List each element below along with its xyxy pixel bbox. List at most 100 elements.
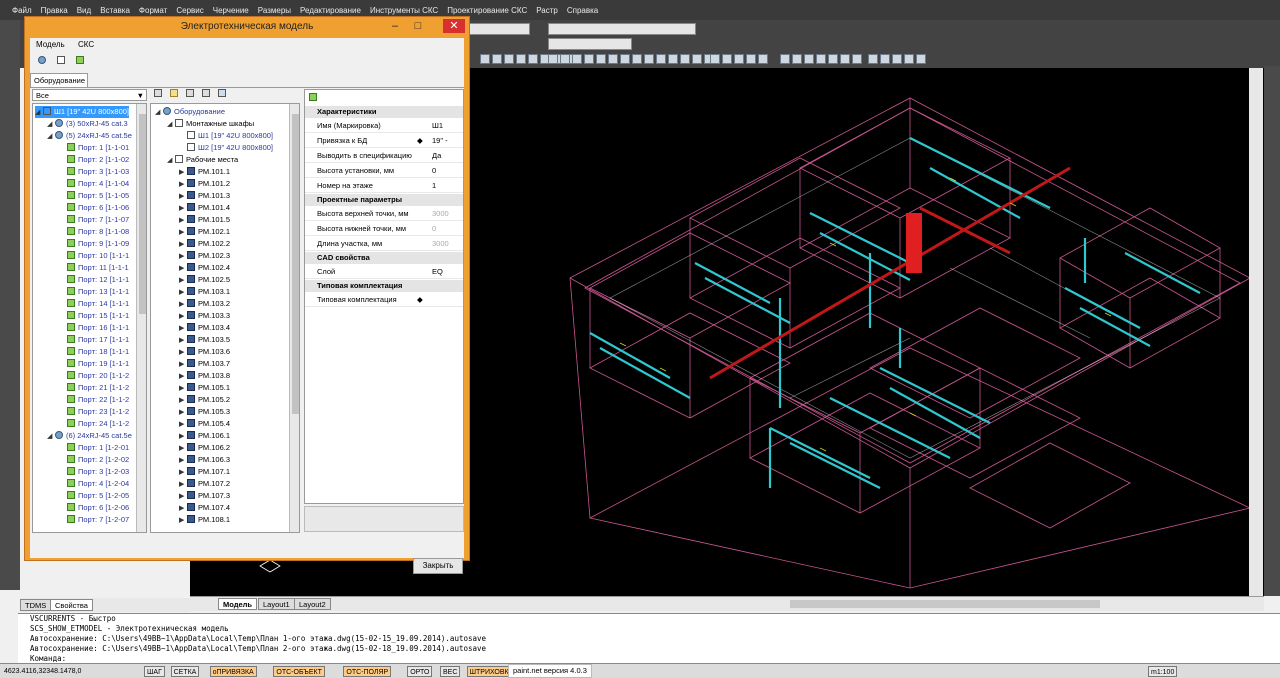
tree-item[interactable]: Порт: 11 [1-1-1	[59, 262, 129, 274]
layout-tab-model[interactable]: Модель	[218, 598, 258, 610]
status-toggle[interactable]: ШАГ	[144, 666, 165, 677]
tab-tdms[interactable]: TDMS	[20, 599, 52, 611]
tree-item[interactable]: Порт: 6 [1-2-06	[59, 502, 129, 514]
property-category[interactable]: Характеристики	[305, 106, 463, 118]
property-value[interactable]: Да	[432, 149, 441, 163]
middle-equipment-tree[interactable]: ◢ Оборудование ◢ Монтажные шкафы Ш1 [19" 42U…	[150, 103, 300, 533]
tree-item[interactable]: ▶ РМ.101.4	[179, 202, 230, 214]
property-value[interactable]: 1	[432, 179, 436, 193]
tree-item[interactable]: ▶ РМ.107.1	[179, 466, 230, 478]
menu-item[interactable]: Проектирование СКС	[447, 6, 527, 15]
lineweight-combo[interactable]	[548, 38, 632, 50]
tab-equipment[interactable]: Оборудование	[30, 73, 88, 87]
tree-item[interactable]: ▶ РМ.106.1	[179, 430, 230, 442]
expand-arrow-icon[interactable]: ◢	[47, 431, 55, 443]
tree-item[interactable]: ◢ (5) 24xRJ-45 cat.5e	[47, 130, 132, 142]
menu-item[interactable]: Вставка	[100, 6, 130, 15]
tree-item[interactable]: ▶ РМ.107.3	[179, 490, 230, 502]
property-row[interactable]: Высота верхней точки, мм 3000	[305, 207, 463, 221]
property-row[interactable]: Типовая комплектация ◆	[305, 293, 463, 307]
tree-item[interactable]: Порт: 2 [1-2-02	[59, 454, 129, 466]
check-icon[interactable]	[57, 56, 65, 64]
tree-item[interactable]: ▶ РМ.102.2	[179, 238, 230, 250]
expand-arrow-icon[interactable]: ▶	[179, 515, 187, 527]
tree-item[interactable]: Порт: 20 [1-1-2	[59, 370, 129, 382]
tree-view-icon[interactable]	[202, 89, 210, 97]
menu-item[interactable]: Сервис	[176, 6, 203, 15]
modify-toolbar-icons[interactable]	[780, 54, 862, 64]
left-tree-scrollbar[interactable]	[136, 104, 146, 532]
tree-item[interactable]: Порт: 9 [1-1-09	[59, 238, 129, 250]
render-toolbar-icons[interactable]	[868, 54, 926, 64]
collapse-icon[interactable]	[154, 89, 162, 97]
tree-item[interactable]: ▶ РМ.103.4	[179, 322, 230, 334]
property-row[interactable]: Имя (Маркировка) Ш1	[305, 119, 463, 133]
tree-item[interactable]: Порт: 17 [1-1-1	[59, 334, 129, 346]
ellipsis-marker[interactable]: ◆	[417, 293, 423, 307]
tree-item[interactable]: ◢ Монтажные шкафы	[167, 118, 254, 130]
layout-tab-layout2[interactable]: Layout2	[294, 598, 331, 610]
layout-tab-layout1[interactable]: Layout1	[258, 598, 295, 610]
menu-item[interactable]: Инструменты СКС	[370, 6, 438, 15]
add-icon[interactable]	[186, 89, 194, 97]
tree-item[interactable]: Порт: 7 [1-2-07	[59, 514, 129, 526]
tree-item[interactable]: Порт: 5 [1-2-05	[59, 490, 129, 502]
tree-item[interactable]: Порт: 3 [1-1-03	[59, 166, 129, 178]
tree-item[interactable]: Порт: 5 [1-1-05	[59, 190, 129, 202]
tree-item[interactable]: ▶ РМ.103.6	[179, 346, 230, 358]
tree-item[interactable]: Порт: 1 [1-2-01	[59, 442, 129, 454]
tree-item[interactable]: Порт: 4 [1-1-04	[59, 178, 129, 190]
tree-item[interactable]: ▶ РМ.105.1	[179, 382, 230, 394]
tree-item[interactable]: ▶ РМ.101.2	[179, 178, 230, 190]
property-category[interactable]: CAD свойства	[305, 252, 463, 264]
filter-select[interactable]: Все ▼	[32, 89, 147, 101]
tree-item[interactable]: Порт: 1 [1-1-01	[59, 142, 129, 154]
expand-arrow-icon[interactable]: ◢	[167, 119, 175, 131]
property-row[interactable]: Привязка к БД ◆ 19" -	[305, 134, 463, 148]
menu-item[interactable]: Правка	[41, 6, 68, 15]
canvas-horizontal-scrollbar[interactable]	[790, 600, 1100, 608]
property-value[interactable]: 3000	[432, 207, 449, 221]
tree-item[interactable]: Порт: 14 [1-1-1	[59, 298, 129, 310]
menu-item[interactable]: Редактирование	[300, 6, 361, 15]
status-toggle[interactable]: ОРТО	[407, 666, 433, 677]
status-toggle[interactable]: СЕТКА	[170, 666, 200, 677]
property-row[interactable]: Высота установки, мм 0	[305, 164, 463, 178]
menu-model[interactable]: Модель	[36, 40, 65, 49]
tree-item[interactable]: ▶ РМ.102.5	[179, 274, 230, 286]
close-icon[interactable]: ✕	[443, 19, 465, 33]
tree-item[interactable]: ▶ РМ.103.7	[179, 358, 230, 370]
tree-item[interactable]: ◢ (6) 24xRJ-45 cat.5e	[47, 430, 132, 442]
tree-item[interactable]: Порт: 19 [1-1-1	[59, 358, 129, 370]
property-category[interactable]: Типовая комплектация	[305, 280, 463, 292]
tree-item[interactable]: Порт: 21 [1-1-2	[59, 382, 129, 394]
scale-display[interactable]: m1:100	[1148, 666, 1178, 677]
maximize-icon[interactable]: □	[408, 19, 428, 33]
list-view-icon[interactable]	[218, 89, 226, 97]
property-value[interactable]: 0	[432, 164, 436, 178]
tree-item[interactable]: ▶ РМ.103.2	[179, 298, 230, 310]
menu-item[interactable]: Файл	[12, 6, 32, 15]
tree-item[interactable]: ▶ РМ.102.3	[179, 250, 230, 262]
tree-item[interactable]: ▶ РМ.101.5	[179, 214, 230, 226]
tree-item[interactable]: ▶ РМ.103.1	[179, 286, 230, 298]
tree-item[interactable]: ▶ РМ.102.4	[179, 262, 230, 274]
tree-item[interactable]: ▶ РМ.101.3	[179, 190, 230, 202]
close-button[interactable]: Закрыть	[413, 558, 463, 574]
status-toggle[interactable]: ОТС-ОБЪЕКТ	[273, 666, 325, 677]
properties-sort-icon[interactable]	[309, 93, 317, 101]
property-row[interactable]: Длина участка, мм 3000	[305, 237, 463, 251]
tree-item[interactable]: ◢ Оборудование	[155, 106, 225, 118]
menu-item[interactable]: Формат	[139, 6, 167, 15]
tree-item[interactable]: ▶ РМ.103.8	[179, 370, 230, 382]
middle-tree-scrollbar[interactable]	[289, 104, 299, 532]
status-toggle[interactable]: ВЕС	[440, 666, 461, 677]
tree-item[interactable]: Порт: 15 [1-1-1	[59, 310, 129, 322]
canvas-vertical-scrollbar[interactable]	[1249, 68, 1263, 596]
property-row[interactable]: Выводить в спецификацию Да	[305, 149, 463, 163]
sync-icon[interactable]	[76, 56, 84, 64]
tree-item[interactable]: ▶ РМ.102.1	[179, 226, 230, 238]
tree-item[interactable]: Порт: 7 [1-1-07	[59, 214, 129, 226]
menu-item[interactable]: Растр	[536, 6, 558, 15]
tree-item[interactable]: Порт: 2 [1-1-02	[59, 154, 129, 166]
